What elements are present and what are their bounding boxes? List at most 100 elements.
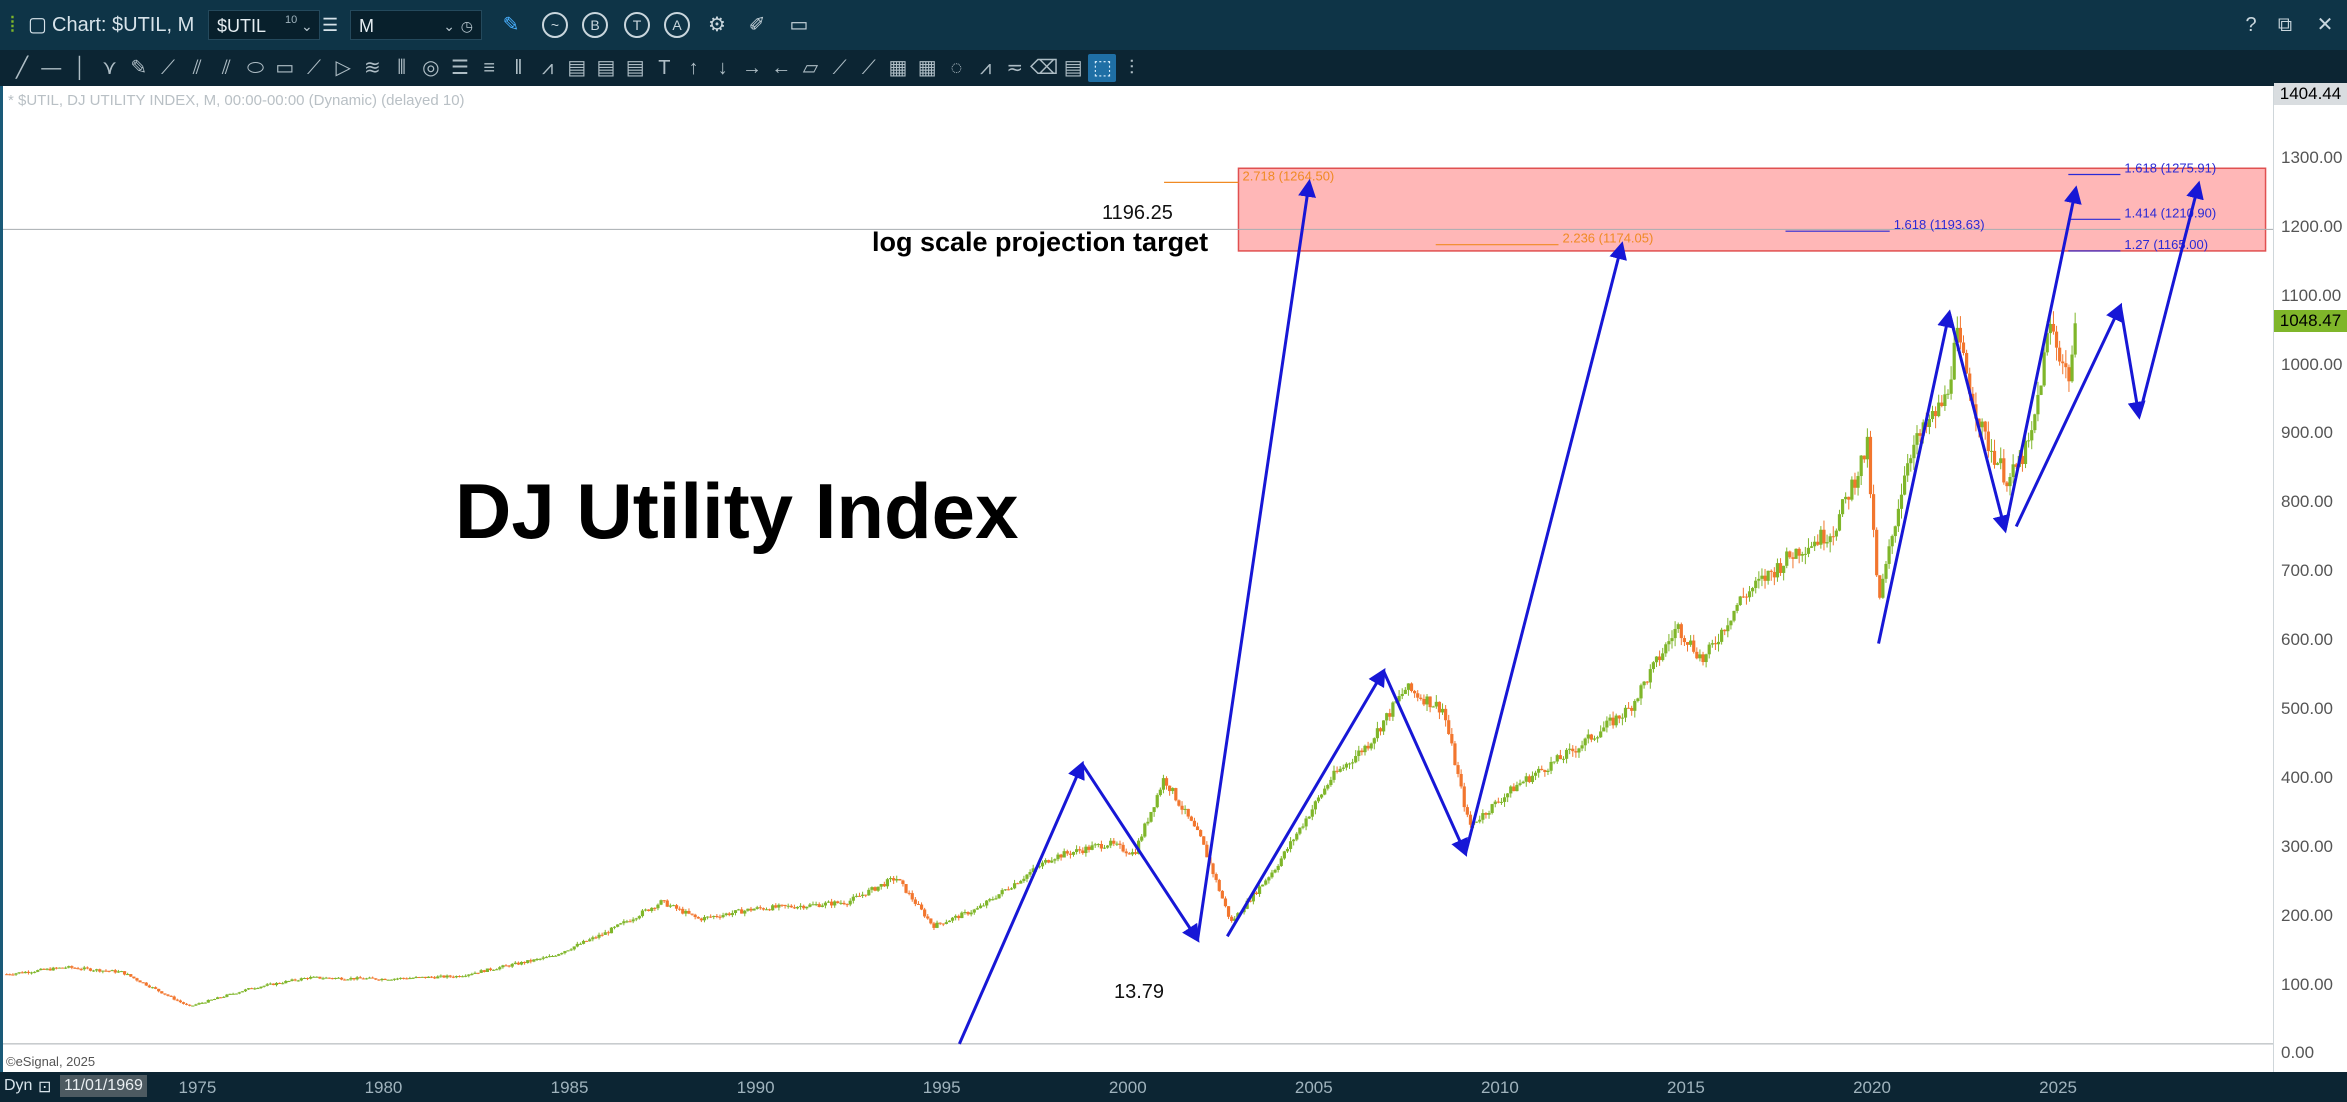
candle-body bbox=[1403, 689, 1407, 694]
candle-body bbox=[811, 904, 815, 906]
candle-body bbox=[386, 979, 390, 981]
candle-body bbox=[101, 970, 105, 972]
candle-body bbox=[879, 884, 883, 887]
candle-body bbox=[1295, 833, 1299, 840]
candle-body bbox=[1313, 801, 1317, 810]
candle-body bbox=[1558, 755, 1562, 760]
candle-body bbox=[1992, 450, 1997, 465]
candle-body bbox=[566, 950, 570, 952]
candle-body bbox=[1689, 640, 1693, 645]
candle-body bbox=[1335, 770, 1339, 772]
y-tick-label: 1100.00 bbox=[2281, 285, 2342, 305]
candle-body bbox=[1927, 419, 1931, 428]
candle-body bbox=[671, 905, 676, 907]
candle-body bbox=[585, 940, 589, 942]
candle-body bbox=[315, 976, 319, 978]
candle-body bbox=[1555, 755, 1559, 762]
candle-body bbox=[1763, 575, 1767, 581]
candle-body bbox=[1661, 653, 1665, 661]
candle-body bbox=[1319, 794, 1324, 798]
candle-body bbox=[1273, 869, 1277, 873]
candle-body bbox=[1062, 851, 1066, 858]
candle-body bbox=[402, 977, 406, 979]
candle-body bbox=[256, 988, 260, 990]
candle-body bbox=[1195, 826, 1200, 831]
candle-body bbox=[1465, 807, 1469, 815]
candle-body bbox=[1757, 578, 1761, 581]
candle-body bbox=[1884, 563, 1888, 579]
candle-body bbox=[184, 1003, 189, 1005]
candle-body bbox=[1676, 624, 1680, 629]
candle-body bbox=[1583, 738, 1587, 746]
candle-body bbox=[1713, 643, 1718, 645]
candle-body bbox=[1809, 546, 1814, 548]
candle-body bbox=[591, 937, 595, 940]
candle-body bbox=[1890, 536, 1894, 547]
candle-body bbox=[1502, 797, 1507, 802]
candle-body bbox=[1729, 620, 1733, 626]
candle-body bbox=[504, 965, 508, 967]
candle-body bbox=[1484, 813, 1488, 815]
y-tick-label: 1000.00 bbox=[2281, 354, 2343, 374]
candle-body bbox=[197, 1003, 201, 1005]
candle-body bbox=[678, 908, 682, 910]
candle-body bbox=[1986, 431, 1990, 451]
candle-body bbox=[1189, 816, 1193, 821]
candle-body bbox=[963, 912, 967, 914]
candle-body bbox=[1363, 745, 1367, 753]
candle-body bbox=[1180, 805, 1184, 810]
candle-body bbox=[1385, 713, 1389, 721]
x-tick-label: 1980 bbox=[364, 1078, 403, 1097]
candle-body bbox=[1199, 830, 1203, 837]
wave-arrow bbox=[1080, 763, 1200, 943]
candle-body bbox=[157, 988, 161, 992]
y-tick-label: 400.00 bbox=[2281, 767, 2333, 787]
candle-body bbox=[1893, 526, 1897, 537]
candle-body bbox=[1310, 809, 1314, 817]
candle-body bbox=[758, 907, 762, 909]
candle-body bbox=[519, 961, 524, 965]
candle-body bbox=[1102, 847, 1107, 849]
candle-body bbox=[460, 976, 465, 978]
candle-body bbox=[625, 921, 629, 923]
candle-body bbox=[253, 988, 257, 990]
candle-body bbox=[1146, 821, 1150, 824]
candle-body bbox=[153, 987, 158, 989]
top-price-badge: 1404.44 bbox=[2274, 83, 2347, 105]
candle-body bbox=[761, 908, 765, 910]
candle-body bbox=[1425, 696, 1429, 705]
candle-body bbox=[1462, 786, 1466, 808]
candle-body bbox=[20, 972, 24, 974]
candle-body bbox=[1658, 656, 1662, 661]
candle-body bbox=[516, 962, 521, 965]
candle-body bbox=[1350, 762, 1355, 764]
candle-body bbox=[792, 907, 796, 909]
candle-body bbox=[510, 964, 514, 967]
candle-body bbox=[1512, 786, 1516, 792]
candle-body bbox=[1192, 820, 1197, 827]
candle-body bbox=[2036, 394, 2040, 415]
candle-body bbox=[637, 916, 641, 919]
candle-body bbox=[1732, 610, 1736, 621]
candle-body bbox=[501, 965, 505, 968]
dyn-mode-label[interactable]: Dyn bbox=[4, 1077, 32, 1095]
candle-body bbox=[1834, 530, 1838, 537]
candle-body bbox=[377, 979, 381, 981]
candle-body bbox=[54, 967, 58, 969]
candle-body bbox=[901, 880, 905, 885]
candle-body bbox=[1481, 813, 1485, 820]
candle-body bbox=[960, 912, 964, 919]
candle-body bbox=[1760, 575, 1764, 579]
candle-body bbox=[647, 909, 651, 911]
x-tick-label: 1985 bbox=[550, 1078, 589, 1097]
x-tick-label: 1990 bbox=[736, 1078, 775, 1097]
candle-body bbox=[333, 977, 338, 979]
candle-body bbox=[650, 907, 654, 911]
wave-arrow bbox=[2118, 305, 2146, 420]
candle-body bbox=[163, 993, 167, 995]
lock-icon[interactable]: ⊡ bbox=[38, 1077, 51, 1097]
candle-body bbox=[1106, 845, 1110, 848]
candle-body bbox=[107, 970, 111, 972]
candle-body bbox=[588, 939, 592, 942]
candle-body bbox=[2008, 477, 2012, 487]
